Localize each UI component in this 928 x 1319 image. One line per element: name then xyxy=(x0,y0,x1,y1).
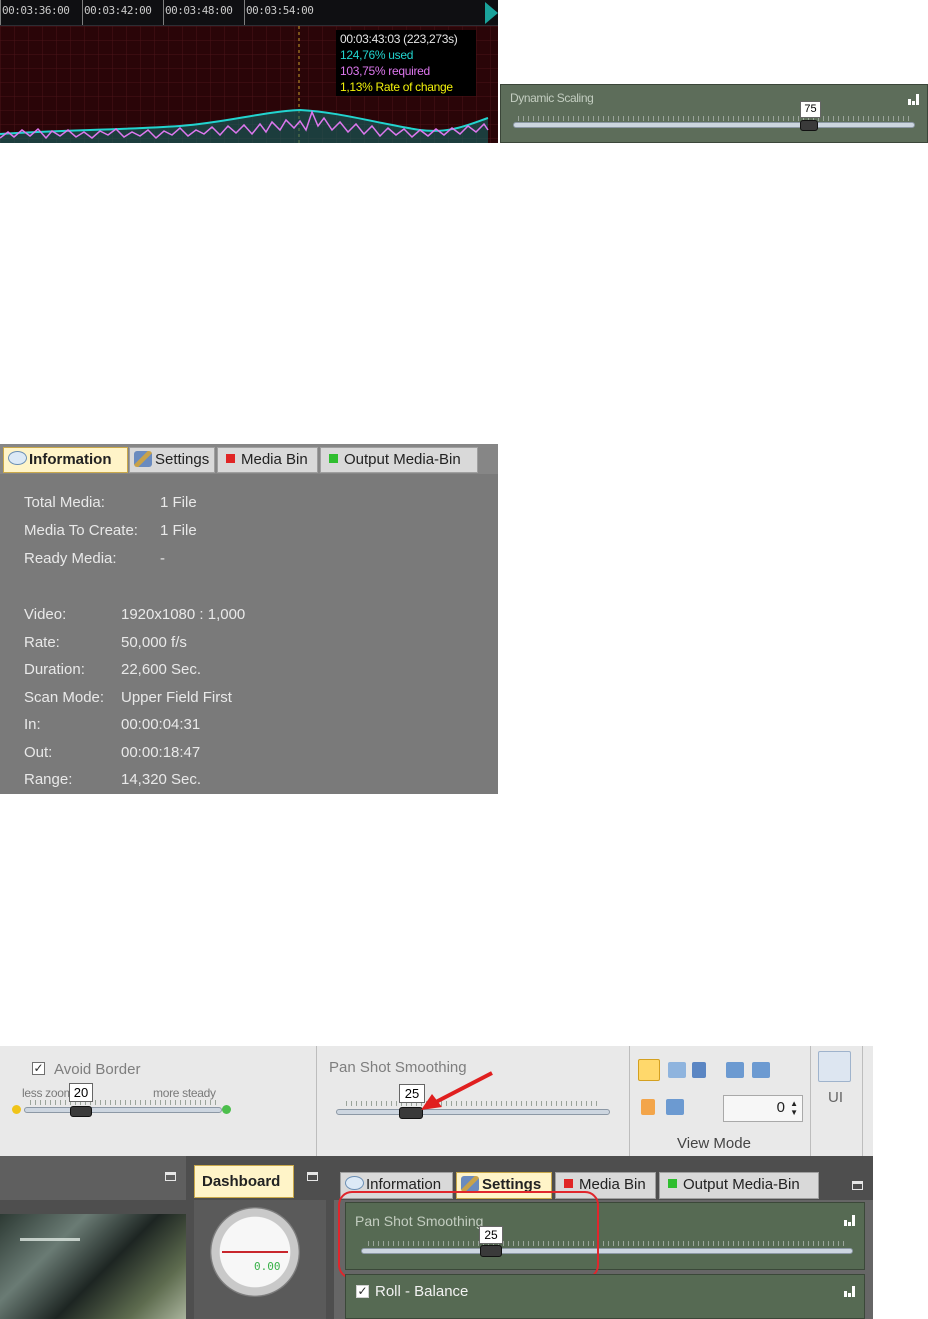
undo-icon[interactable] xyxy=(726,1062,744,1078)
red-square-icon xyxy=(226,454,235,463)
ruler-tick-label: 00:03:36:00 xyxy=(2,4,70,17)
tooltip-rate: 1,13% Rate of change xyxy=(340,80,453,94)
red-square-icon xyxy=(564,1179,573,1188)
speech-bubble-icon xyxy=(345,1176,364,1190)
workspace: Dashboard 0.00 Information Settings Medi… xyxy=(0,1156,873,1319)
stabilization-graph[interactable]: 00:03:36:00 00:03:42:00 00:03:48:00 00:0… xyxy=(0,0,498,143)
roll-balance-panel: ✓ Roll - Balance xyxy=(345,1274,865,1319)
roll-balance-label: Roll - Balance xyxy=(375,1283,469,1300)
green-square-icon xyxy=(329,454,338,463)
avoid-border-checkbox[interactable]: ✓ xyxy=(32,1062,45,1075)
ui-label[interactable]: UI xyxy=(828,1089,843,1106)
view-spin-box[interactable]: 0 ▲ ▼ xyxy=(723,1095,803,1122)
dynamic-scaling-title: Dynamic Scaling xyxy=(510,91,594,105)
gauge-readout: 0.00 xyxy=(254,1260,281,1273)
avoid-border-value: 20 xyxy=(69,1083,93,1102)
stabilizer-window: ✓ Avoid Border less zoom more steady 20 … xyxy=(0,1046,873,1319)
spin-arrows-icon[interactable]: ▲ ▼ xyxy=(790,1099,798,1117)
timeline-ruler[interactable]: 00:03:36:00 00:03:42:00 00:03:48:00 00:0… xyxy=(0,0,498,26)
ok-icon xyxy=(222,1105,231,1114)
less-zoom-label: less zoom xyxy=(22,1086,74,1100)
information-panel: Information Settings Media Bin Output Me… xyxy=(0,444,498,794)
tab-output-media-bin[interactable]: Output Media-Bin xyxy=(659,1172,819,1199)
slider-value: 75 xyxy=(800,101,821,118)
graph-bars-icon[interactable] xyxy=(908,94,920,105)
group-separator xyxy=(810,1046,811,1156)
ruler-tick-label: 00:03:54:00 xyxy=(246,4,314,17)
graph-bars-icon[interactable] xyxy=(844,1286,856,1297)
tab-dashboard[interactable]: Dashboard xyxy=(194,1165,294,1198)
maximize-icon[interactable] xyxy=(165,1172,176,1181)
view-mode-monitor-icon[interactable] xyxy=(638,1059,660,1081)
display-dropdown-icon[interactable] xyxy=(666,1099,684,1115)
maximize-icon[interactable] xyxy=(852,1181,863,1190)
video-panel-header xyxy=(0,1156,186,1200)
red-arrow-annotation-icon xyxy=(421,1071,493,1110)
ruler-tick xyxy=(163,0,164,25)
avoid-border-thumb[interactable] xyxy=(70,1106,92,1117)
ruler-tick xyxy=(244,0,245,25)
view-mode-close-icon[interactable] xyxy=(668,1062,686,1078)
graph-bars-icon[interactable] xyxy=(844,1215,856,1226)
slider-ticks xyxy=(30,1100,216,1105)
ruler-tick-label: 00:03:48:00 xyxy=(165,4,233,17)
tools-icon xyxy=(134,451,152,467)
ribbon-toolbar: ✓ Avoid Border less zoom more steady 20 … xyxy=(0,1046,873,1157)
view-mode-split-icon[interactable] xyxy=(692,1062,706,1078)
ruler-tick xyxy=(82,0,83,25)
green-square-icon xyxy=(668,1179,677,1188)
speech-bubble-icon xyxy=(8,451,27,465)
spin-value: 0 xyxy=(776,1099,785,1116)
layout-icon[interactable] xyxy=(641,1099,655,1115)
warning-icon xyxy=(12,1105,21,1114)
ruler-tick-label: 00:03:42:00 xyxy=(84,4,152,17)
gauge-needle xyxy=(222,1251,288,1253)
tab-settings[interactable]: Settings xyxy=(129,447,215,473)
group-separator xyxy=(316,1046,317,1156)
dynamic-scaling-slider[interactable] xyxy=(513,122,915,128)
redo-icon[interactable] xyxy=(752,1062,770,1078)
group-separator xyxy=(862,1046,863,1156)
graph-tooltip: 00:03:43:03 (223,273s) 124,76% used 103,… xyxy=(336,30,476,96)
tab-output-media-bin[interactable]: Output Media-Bin xyxy=(320,447,478,473)
window-icon[interactable] xyxy=(818,1051,851,1082)
panel-tab-bar: Information Settings Media Bin Output Me… xyxy=(0,444,498,474)
slider-thumb[interactable] xyxy=(800,120,818,131)
group-separator xyxy=(629,1046,630,1156)
roll-balance-checkbox[interactable]: ✓ xyxy=(356,1285,369,1298)
tab-information[interactable]: Information xyxy=(3,447,128,473)
maximize-icon[interactable] xyxy=(307,1172,318,1181)
tooltip-used: 124,76% used xyxy=(340,48,414,62)
ruler-tick xyxy=(0,0,1,25)
red-highlight-annotation xyxy=(338,1191,599,1279)
slider-ticks xyxy=(518,116,910,121)
rotation-gauge xyxy=(210,1207,300,1297)
playhead-marker-icon[interactable] xyxy=(485,2,498,24)
dynamic-scaling-panel: Dynamic Scaling 75 xyxy=(500,84,928,143)
tools-icon xyxy=(461,1176,479,1192)
tab-media-bin[interactable]: Media Bin xyxy=(217,447,318,473)
avoid-border-slider[interactable] xyxy=(24,1107,222,1113)
view-mode-label: View Mode xyxy=(677,1135,751,1152)
tooltip-required: 103,75% required xyxy=(340,64,430,78)
avoid-border-label: Avoid Border xyxy=(54,1061,141,1078)
tooltip-time: 00:03:43:03 (223,273s) xyxy=(340,32,458,46)
more-steady-label: more steady xyxy=(153,1086,216,1100)
video-preview[interactable] xyxy=(0,1214,186,1319)
